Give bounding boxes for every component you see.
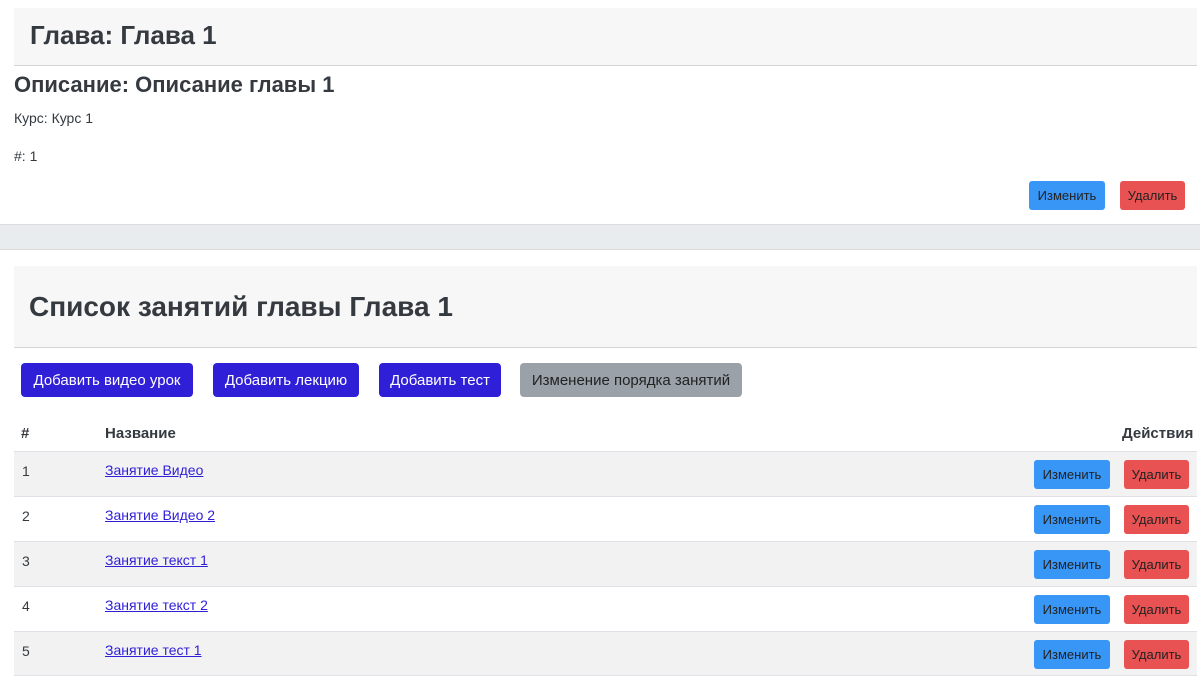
lesson-link[interactable]: Занятие тест 1 (105, 642, 202, 658)
lesson-link[interactable]: Занятие Видео (105, 462, 203, 478)
column-header-actions: Действия (1122, 425, 1194, 442)
lesson-delete-button[interactable]: Удалить (1124, 460, 1189, 489)
lesson-link[interactable]: Занятие текст 2 (105, 597, 208, 613)
column-header-name: Название (105, 425, 176, 442)
row-number: 2 (22, 508, 30, 524)
lessons-title: Список занятий главы Глава 1 (29, 291, 453, 322)
table-row: 2 Занятие Видео 2 Изменить Удалить (14, 496, 1197, 541)
lesson-edit-button[interactable]: Изменить (1034, 460, 1110, 489)
row-number: 3 (22, 553, 30, 569)
chapter-title: Глава: Глава 1 (30, 20, 217, 50)
row-number: 4 (22, 598, 30, 614)
lesson-link[interactable]: Занятие текст 1 (105, 552, 208, 568)
chapter-description: Описание: Описание главы 1 (14, 72, 335, 97)
chapter-edit-button[interactable]: Изменить (1029, 181, 1105, 210)
lessons-header: Список занятий главы Глава 1 (14, 266, 1197, 348)
add-video-button[interactable]: Добавить видео урок (21, 363, 193, 397)
table-row: 5 Занятие тест 1 Изменить Удалить (14, 631, 1197, 676)
column-header-num: # (21, 425, 30, 442)
lesson-edit-button[interactable]: Изменить (1034, 595, 1110, 624)
add-lecture-button[interactable]: Добавить лекцию (213, 363, 359, 397)
lesson-edit-button[interactable]: Изменить (1034, 640, 1110, 669)
row-number: 5 (22, 643, 30, 659)
lesson-delete-button[interactable]: Удалить (1124, 640, 1189, 669)
reorder-lessons-button[interactable]: Изменение порядка занятий (520, 363, 742, 397)
chapter-delete-button[interactable]: Удалить (1120, 181, 1185, 210)
chapter-header: Глава: Глава 1 (14, 8, 1197, 66)
table-row: 1 Занятие Видео Изменить Удалить (14, 451, 1197, 496)
lesson-delete-button[interactable]: Удалить (1124, 550, 1189, 579)
table-row: 3 Занятие текст 1 Изменить Удалить (14, 541, 1197, 586)
chapter-course: Курс: Курс 1 (14, 110, 94, 126)
lesson-delete-button[interactable]: Удалить (1124, 595, 1189, 624)
row-number: 1 (22, 463, 30, 479)
table-row: 4 Занятие текст 2 Изменить Удалить (14, 586, 1197, 631)
chapter-card: Глава: Глава 1 Описание: Описание главы … (0, 0, 1200, 225)
lesson-delete-button[interactable]: Удалить (1124, 505, 1189, 534)
lesson-link[interactable]: Занятие Видео 2 (105, 507, 215, 523)
lessons-card: Список занятий главы Глава 1 Добавить ви… (0, 249, 1200, 697)
lesson-edit-button[interactable]: Изменить (1034, 550, 1110, 579)
add-test-button[interactable]: Добавить тест (379, 363, 501, 397)
chapter-number: #: 1 (14, 148, 38, 164)
lesson-edit-button[interactable]: Изменить (1034, 505, 1110, 534)
